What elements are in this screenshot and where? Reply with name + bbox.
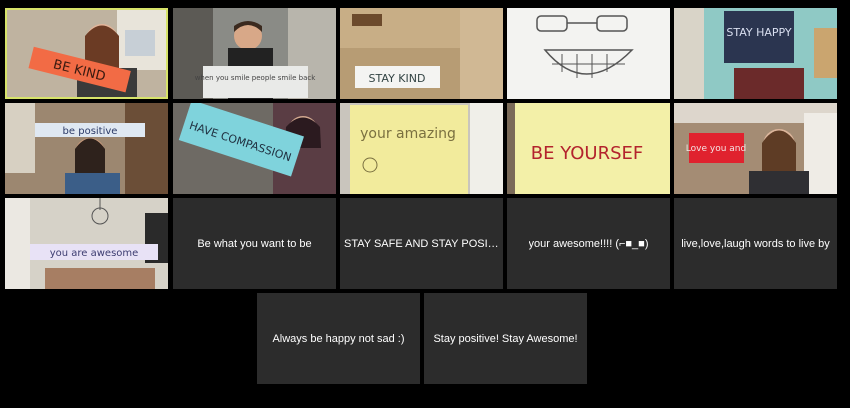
video-tile-7[interactable]: HAVE COMPASSION bbox=[173, 103, 336, 194]
participant-name-tile[interactable]: live,love,laugh words to live by bbox=[674, 198, 837, 289]
video-tile-3[interactable]: STAY KIND bbox=[340, 8, 503, 99]
video-tile-4[interactable] bbox=[507, 8, 670, 99]
video-tile-11[interactable]: you are awesome bbox=[5, 198, 168, 289]
participant-name-tile[interactable]: Always be happy not sad :) bbox=[257, 293, 420, 384]
participant-name-tile[interactable]: Be what you want to be bbox=[173, 198, 336, 289]
video-tile-sign: be positive bbox=[63, 126, 118, 137]
video-tile-sign: your amazing bbox=[360, 126, 456, 142]
video-tile-sign: STAY HAPPY bbox=[726, 26, 792, 39]
video-tile-sign: STAY KIND bbox=[369, 72, 426, 85]
video-tile-sign: Love you and bbox=[686, 144, 746, 154]
video-tile-sign: you are awesome bbox=[50, 248, 139, 259]
video-tile-sign: BE YOURSEF bbox=[531, 143, 643, 164]
participant-name: STAY SAFE AND STAY POSITI... bbox=[344, 237, 499, 250]
participant-name: Be what you want to be bbox=[197, 237, 312, 250]
video-tile-1[interactable]: BE KIND bbox=[5, 8, 168, 99]
video-tile-6[interactable]: be positive bbox=[5, 103, 168, 194]
participant-name-tile[interactable]: STAY SAFE AND STAY POSITI... bbox=[340, 198, 503, 289]
video-tile-10[interactable]: Love you and bbox=[674, 103, 837, 194]
video-tile-sign: when you smile people smile back bbox=[195, 74, 317, 82]
video-tile-8[interactable]: your amazing bbox=[340, 103, 503, 194]
participant-name: Always be happy not sad :) bbox=[272, 332, 405, 345]
participant-name: Stay positive! Stay Awesome! bbox=[433, 332, 578, 345]
participant-name-tile[interactable]: Stay positive! Stay Awesome! bbox=[424, 293, 587, 384]
participant-name: live,love,laugh words to live by bbox=[681, 237, 830, 250]
video-tile-2[interactable]: when you smile people smile back bbox=[173, 8, 336, 99]
participant-name: your awesome!!!! (⌐■_■) bbox=[528, 237, 649, 250]
participant-name-tile[interactable]: your awesome!!!! (⌐■_■) bbox=[507, 198, 670, 289]
video-tile-5[interactable]: STAY HAPPY bbox=[674, 8, 837, 99]
video-tile-9[interactable]: BE YOURSEF bbox=[507, 103, 670, 194]
